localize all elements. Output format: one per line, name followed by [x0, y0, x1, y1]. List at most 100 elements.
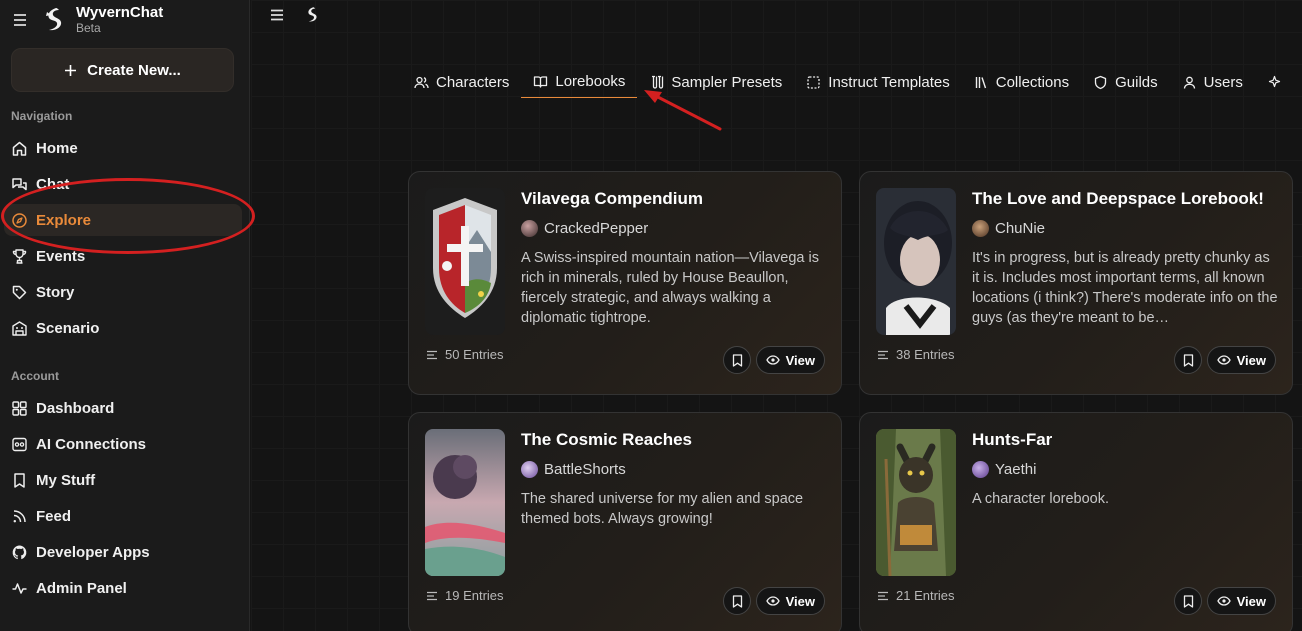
entries-label: 19 Entries	[445, 588, 504, 603]
tab-label: Guilds	[1115, 73, 1158, 91]
nav-item-home[interactable]: Home	[4, 132, 242, 164]
lorebook-author[interactable]: CrackedPepper	[521, 220, 648, 237]
list-icon	[427, 591, 437, 600]
tab-users[interactable]: Users	[1170, 66, 1255, 98]
plus-icon	[65, 64, 77, 76]
nav-item-explore[interactable]: Explore	[4, 204, 242, 236]
lorebook-card-cosmic-reaches[interactable]: The Cosmic Reaches BattleShorts The shar…	[408, 412, 842, 631]
activity-icon	[12, 582, 27, 594]
shield-icon	[1094, 75, 1107, 89]
nav-item-label: Chat	[36, 175, 70, 193]
view-button[interactable]: View	[1206, 587, 1276, 615]
menu-icon[interactable]	[268, 6, 286, 24]
bookmark-button[interactable]	[723, 587, 751, 615]
create-new-button[interactable]: Create New...	[11, 48, 234, 92]
author-name: Yaethi	[995, 461, 1037, 478]
lorebook-thumbnail	[876, 429, 956, 576]
lorebook-thumbnail	[876, 188, 956, 335]
lorebook-description: A Swiss-inspired mountain nation—Vilaveg…	[521, 250, 819, 326]
user-icon	[1183, 76, 1195, 89]
tab-sampler-presets[interactable]: Sampler Presets	[637, 66, 794, 98]
avatar	[972, 461, 989, 478]
entries-count: 50 Entries	[426, 347, 504, 362]
tab-lorebooks[interactable]: Lorebooks	[521, 66, 638, 98]
entries-count: 38 Entries	[877, 347, 955, 362]
nav-item-my-stuff[interactable]: My Stuff	[4, 464, 242, 496]
brand-name: WyvernChat	[76, 4, 164, 21]
eye-icon	[1216, 596, 1231, 606]
tab-label: Lorebooks	[555, 73, 626, 90]
nav-item-developer-apps[interactable]: Developer Apps	[4, 536, 242, 568]
entries-label: 21 Entries	[896, 588, 955, 603]
view-label: View	[785, 352, 815, 368]
create-new-label: Create New...	[87, 61, 181, 79]
lorebook-card-love-and-deepspace[interactable]: The Love and Deepspace Lorebook! ChuNie …	[859, 171, 1293, 395]
lorebook-author[interactable]: ChuNie	[972, 220, 1045, 237]
lorebook-author[interactable]: Yaethi	[972, 461, 1036, 478]
list-icon	[427, 350, 437, 359]
navigation-section-label: Navigation	[11, 109, 73, 123]
avatar	[521, 461, 538, 478]
nav-item-feed[interactable]: Feed	[4, 500, 242, 532]
view-label: View	[785, 593, 815, 609]
wyvern-logo-icon	[42, 6, 66, 34]
chat-icon	[12, 177, 27, 190]
lorebook-title[interactable]: Hunts-Far	[972, 430, 1282, 450]
tab-more[interactable]	[1255, 66, 1282, 98]
wyvern-logo-icon[interactable]	[304, 6, 322, 24]
bookmark-button[interactable]	[1174, 587, 1202, 615]
lorebook-description: It's in progress, but is already pretty …	[972, 250, 1278, 326]
bookmark-button[interactable]	[1174, 346, 1202, 374]
home-icon	[12, 141, 27, 156]
view-button[interactable]: View	[755, 587, 825, 615]
bookmark-icon	[14, 472, 25, 488]
nav-item-story[interactable]: Story	[4, 276, 242, 308]
menu-icon[interactable]	[10, 10, 30, 30]
nav-item-dashboard[interactable]: Dashboard	[4, 392, 242, 424]
nav-item-chat[interactable]: Chat	[4, 168, 242, 200]
connection-icon	[12, 437, 27, 451]
book-open-icon	[534, 76, 548, 88]
entries-label: 50 Entries	[445, 347, 504, 362]
lorebook-author[interactable]: BattleShorts	[521, 461, 626, 478]
nav-item-label: Explore	[36, 211, 92, 229]
bookmark-icon	[1183, 353, 1193, 367]
nav-item-label: Home	[36, 139, 78, 157]
bookmark-button[interactable]	[723, 346, 751, 374]
view-button[interactable]: View	[755, 346, 825, 374]
nav-item-label: Story	[36, 283, 75, 301]
avatar	[972, 220, 989, 237]
lorebook-title[interactable]: Vilavega Compendium	[521, 189, 831, 209]
nav-item-label: Dashboard	[36, 399, 115, 417]
nav-item-ai-connections[interactable]: AI Connections	[4, 428, 242, 460]
tab-collections[interactable]: Collections	[962, 66, 1081, 98]
lorebook-thumbnail	[425, 429, 505, 576]
account-section-label: Account	[11, 369, 59, 383]
view-button[interactable]: View	[1206, 346, 1276, 374]
dashed-square-icon	[807, 75, 820, 89]
building-icon	[12, 320, 27, 336]
lorebook-thumbnail	[425, 188, 505, 335]
lorebook-card-hunts-far[interactable]: Hunts-Far Yaethi A character lorebook. 2…	[859, 412, 1293, 631]
lorebook-title[interactable]: The Love and Deepspace Lorebook!	[972, 189, 1282, 209]
eye-icon	[765, 596, 780, 606]
users-icon	[414, 76, 429, 88]
nav-item-label: Scenario	[36, 319, 100, 337]
nav-item-scenario[interactable]: Scenario	[4, 312, 242, 344]
tab-characters[interactable]: Characters	[414, 66, 521, 98]
entries-label: 38 Entries	[896, 347, 955, 362]
tab-guilds[interactable]: Guilds	[1081, 66, 1170, 98]
view-label: View	[1236, 352, 1266, 368]
nav-item-label: Admin Panel	[36, 579, 127, 597]
tab-label: Sampler Presets	[671, 73, 783, 91]
lorebook-description: A character lorebook.	[972, 491, 1110, 507]
nav-item-events[interactable]: Events	[4, 240, 242, 272]
author-name: CrackedPepper	[544, 220, 649, 237]
tab-instruct-templates[interactable]: Instruct Templates	[794, 66, 961, 98]
nav-item-admin-panel[interactable]: Admin Panel	[4, 572, 242, 604]
lorebook-card-vilavega[interactable]: Vilavega Compendium CrackedPepper A Swis…	[408, 171, 842, 395]
library-icon	[975, 76, 986, 88]
lorebook-title[interactable]: The Cosmic Reaches	[521, 430, 831, 450]
rss-icon	[13, 509, 26, 522]
eye-icon	[1216, 355, 1231, 365]
